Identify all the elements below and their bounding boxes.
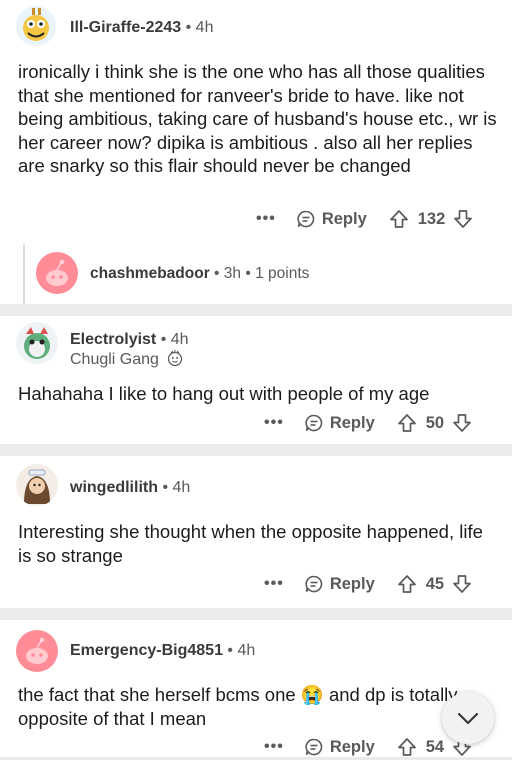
comment-body: the fact that she herself bcms one 😭 and… (18, 683, 458, 730)
comment-card: Emergency-Big4851 • 4h the fact that she… (0, 620, 512, 757)
reply-label: Reply (329, 574, 375, 593)
avatar[interactable] (16, 322, 58, 364)
vote-controls: 45 (397, 574, 472, 594)
downvote-arrow-icon[interactable] (453, 209, 473, 229)
more-options-icon[interactable]: ••• (264, 738, 284, 756)
reply-button[interactable]: Reply (296, 209, 367, 229)
comment-actions: ••• Reply 132 (256, 206, 473, 232)
vote-count: 132 (417, 209, 446, 228)
comment-actions: ••• Reply 45 (264, 571, 472, 597)
thread-line[interactable] (23, 244, 25, 304)
scroll-down-button[interactable] (442, 692, 494, 744)
reply-icon (297, 210, 315, 228)
comment-body: Interesting she thought when the opposit… (18, 521, 483, 566)
upvote-arrow-icon[interactable] (397, 574, 417, 594)
more-options-icon[interactable]: ••• (264, 414, 284, 432)
username[interactable]: Ill-Giraffe-2243 (70, 19, 181, 36)
reply-button[interactable]: Reply (304, 413, 375, 433)
timestamp: 4h (195, 19, 214, 36)
separator-dot: • (160, 331, 167, 348)
flair-emoji-icon (168, 350, 183, 367)
reply-label: Reply (329, 413, 375, 432)
avatar[interactable] (36, 252, 78, 294)
vote-controls: 50 (397, 413, 472, 433)
separator-dot: • (214, 265, 220, 282)
reply-label: Reply (321, 209, 367, 228)
reply-icon (305, 738, 323, 756)
avatar[interactable] (16, 630, 58, 672)
comment-card: Electrolyist • 4h Chugli Gang Hahahaha I… (0, 316, 512, 444)
vote-count: 54 (425, 737, 445, 756)
comment-meta: Ill-Giraffe-2243 • 4h (70, 18, 213, 38)
comment-card: wingedlilith • 4h Interesting she though… (0, 456, 512, 608)
avatar[interactable] (16, 464, 58, 506)
reply-button[interactable]: Reply (304, 737, 375, 757)
comment-meta: Electrolyist • 4h (70, 330, 189, 350)
character-avatar-icon (24, 469, 50, 504)
upvote-arrow-icon[interactable] (397, 413, 417, 433)
giraffe-avatar-icon (16, 6, 56, 46)
chevron-down-icon (457, 712, 479, 725)
snoo-avatar-icon (46, 259, 68, 286)
more-options-icon[interactable]: ••• (256, 210, 276, 228)
comment-body: Hahahaha I like to hang out with people … (18, 383, 430, 404)
separator-dot: • (185, 19, 192, 36)
reply-label: Reply (329, 737, 375, 756)
upvote-arrow-icon[interactable] (389, 209, 409, 229)
separator-dot: • (162, 479, 169, 496)
comment-body: ironically i think she is the one who ha… (18, 61, 497, 176)
separator-dot: • (245, 265, 251, 282)
comment-actions: ••• Reply 50 (264, 410, 472, 436)
points: 1 points (255, 265, 310, 282)
vote-count: 45 (425, 574, 445, 593)
comment-card: Ill-Giraffe-2243 • 4h ironically i think… (0, 0, 512, 304)
reply-button[interactable]: Reply (304, 574, 375, 594)
avatar[interactable] (16, 6, 56, 46)
downvote-arrow-icon[interactable] (452, 574, 472, 594)
comment-text: the fact that she herself bcms one (18, 684, 301, 705)
timestamp: 4h (172, 479, 191, 496)
comment-meta: chashmebadoor • 3h • 1 points (90, 264, 309, 284)
downvote-arrow-icon[interactable] (452, 413, 472, 433)
more-options-icon[interactable]: ••• (264, 575, 284, 593)
comment-meta: Emergency-Big4851 • 4h (70, 641, 255, 661)
vote-count: 50 (425, 413, 445, 432)
separator-dot: • (227, 642, 234, 659)
comment-actions: ••• Reply 54 (264, 734, 472, 760)
timestamp: 4h (237, 642, 256, 659)
username[interactable]: Electrolyist (70, 331, 156, 348)
user-flair: Chugli Gang (70, 349, 184, 369)
dragon-avatar-icon (24, 327, 50, 359)
flair-text: Chugli Gang (70, 351, 159, 368)
vote-controls: 132 (389, 209, 474, 229)
upvote-arrow-icon[interactable] (397, 737, 417, 757)
username[interactable]: wingedlilith (70, 479, 158, 496)
crying-emoji: 😭 (300, 684, 324, 705)
username[interactable]: Emergency-Big4851 (70, 642, 223, 659)
snoo-avatar-icon (26, 637, 48, 664)
username[interactable]: chashmebadoor (90, 265, 210, 282)
timestamp: 4h (170, 331, 189, 348)
comment-meta: wingedlilith • 4h (70, 478, 190, 498)
timestamp: 3h (223, 265, 242, 282)
reply-icon (305, 575, 323, 593)
reply-icon (305, 414, 323, 432)
